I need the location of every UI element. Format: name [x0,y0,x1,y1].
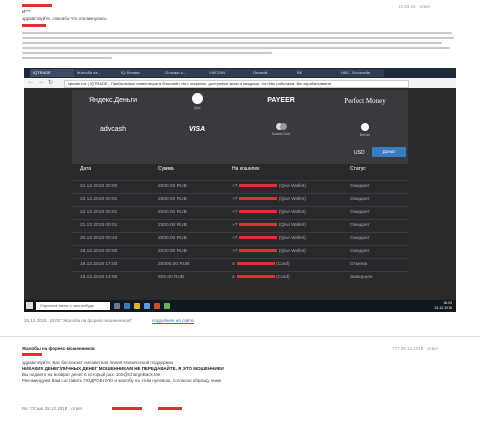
tab[interactable]: Отзывы о... [162,69,208,77]
table-row: 22.12.2018 00:01 2500.00 RUB +7 (Qiwi Wa… [72,206,408,219]
payment-bitcoin[interactable]: Bitcoin [330,123,400,137]
col-header-date: Дата [80,166,92,172]
payment-perfect-money[interactable]: Perfect Money [330,97,400,105]
table-row: 24.12.2018 20:00 2500.00 RUB +7 (Qiwi Wa… [72,180,408,193]
divider [0,336,480,337]
task-view-icon[interactable] [114,303,120,309]
payment-methods-panel: Яндекс.Деньги Qiwi PAYEER Perfect Money … [72,90,408,164]
caption-link[interactable]: подробнее на сайте [152,318,194,324]
table-row: 21.12.2018 00:01 2500.00 RUB +7 (Qiwi Wa… [72,219,408,232]
screenshot-caption: 26.12.2018, 18:00 "Жалоба на форекс-моше… [24,318,133,323]
table-row: 18.12.2018 14:50 500.00 RUB 4 (Card) Зав… [72,271,408,284]
folder-icon[interactable] [134,303,140,309]
payment-qiwi[interactable]: Qiwi [162,93,232,110]
redacted-name-bar [22,353,42,356]
embedded-screenshot: IQTRADE Жалоба на... IQ Финанс Отзывы о.… [24,68,456,312]
post1-text-line [22,32,452,34]
post1-text-line [22,37,454,39]
col-header-amount: Сумма [158,166,174,172]
redacted-bar [112,407,142,410]
table-row: 20.12.2018 00:43 2500.00 RUB +7 (Qiwi Wa… [72,232,408,245]
col-header-status: Статус [350,166,366,172]
address-bar-area: ← → ↻ iqtrade.biz | IQTRADE - Прибыльные… [24,78,456,88]
tab[interactable]: Личный... [250,69,296,77]
table-row: 23.12.2018 00:01 2500.00 RUB +7 (Qiwi Wa… [72,193,408,206]
table-row: 19.12.2018 00:00 2500.00 RUB +7 (Qiwi Wa… [72,245,408,258]
opera-icon[interactable] [154,303,160,309]
post1-text-line [22,42,442,44]
payment-visa[interactable]: VISA [162,126,232,133]
tab[interactable]: IQTRADE [30,69,76,77]
post1-greeting: здравствуйте, спасибо что откликнулись [22,16,107,21]
app-icon[interactable] [164,303,170,309]
payment-yandex[interactable]: Яндекс.Деньги [78,97,148,104]
post1-text-line [22,47,450,49]
taskbar-search[interactable]: Спросите меня о чем-нибудь [36,302,110,310]
taskbar-clock[interactable]: 18:03 24.12.2018 [434,301,452,311]
post1-text-line [22,52,272,54]
redacted-username-bar [22,4,52,7]
currency-label: USD [354,150,365,156]
post2-title: Жалобы на форекс-мошенников [22,346,95,351]
post1-meta: 12.03.19 · ответ [398,4,431,9]
browser-tabbar: IQTRADE Жалоба на... IQ Финанс Отзывы о.… [24,68,456,78]
url-field[interactable]: iqtrade.biz | IQTRADE - Прибыльные инвес… [64,80,409,88]
tab[interactable]: VMCOIN [206,69,252,77]
post2-line: Рекомендуем Вам составить ПОДРОБНУЮ и жа… [22,378,222,383]
redacted-name-bar [22,24,46,27]
table-row: 18.12.2018 17:03 25000.00 RUB 4 (Card) О… [72,258,408,271]
payment-advcash[interactable]: advcash [78,126,148,133]
payment-mastercard[interactable]: MasterCard [246,123,316,136]
windows-taskbar: Спросите меня о чем-нибудь 18:03 24.12.2… [24,300,456,312]
col-header-wallet: На кошелек [232,166,260,172]
tab[interactable]: Жалоба на... [74,69,120,77]
back-icon[interactable]: ← [28,79,34,85]
tab[interactable]: НКБ - Блокчейн [338,69,384,77]
post2-meta: ??? 28.12.2018 · ответ [392,346,439,351]
tab[interactable]: IQ Финанс [118,69,164,77]
redacted-bar [158,407,182,410]
tab[interactable]: ВК [294,69,340,77]
site-page: Яндекс.Деньги Qiwi PAYEER Perfect Money … [24,88,456,300]
donate-button[interactable]: Донат [372,147,406,157]
post2-footer: Re: Отзыв 28.12.2018 · ответ [22,406,83,411]
payment-payeer[interactable]: PAYEER [246,97,316,104]
post1-text-line [22,57,112,59]
store-icon[interactable] [144,303,150,309]
reload-icon[interactable]: ↻ [48,79,53,86]
forward-icon[interactable]: → [38,79,44,85]
edge-icon[interactable] [124,303,130,309]
windows-start-icon[interactable] [26,302,33,309]
post1-author: И*** [22,9,31,14]
